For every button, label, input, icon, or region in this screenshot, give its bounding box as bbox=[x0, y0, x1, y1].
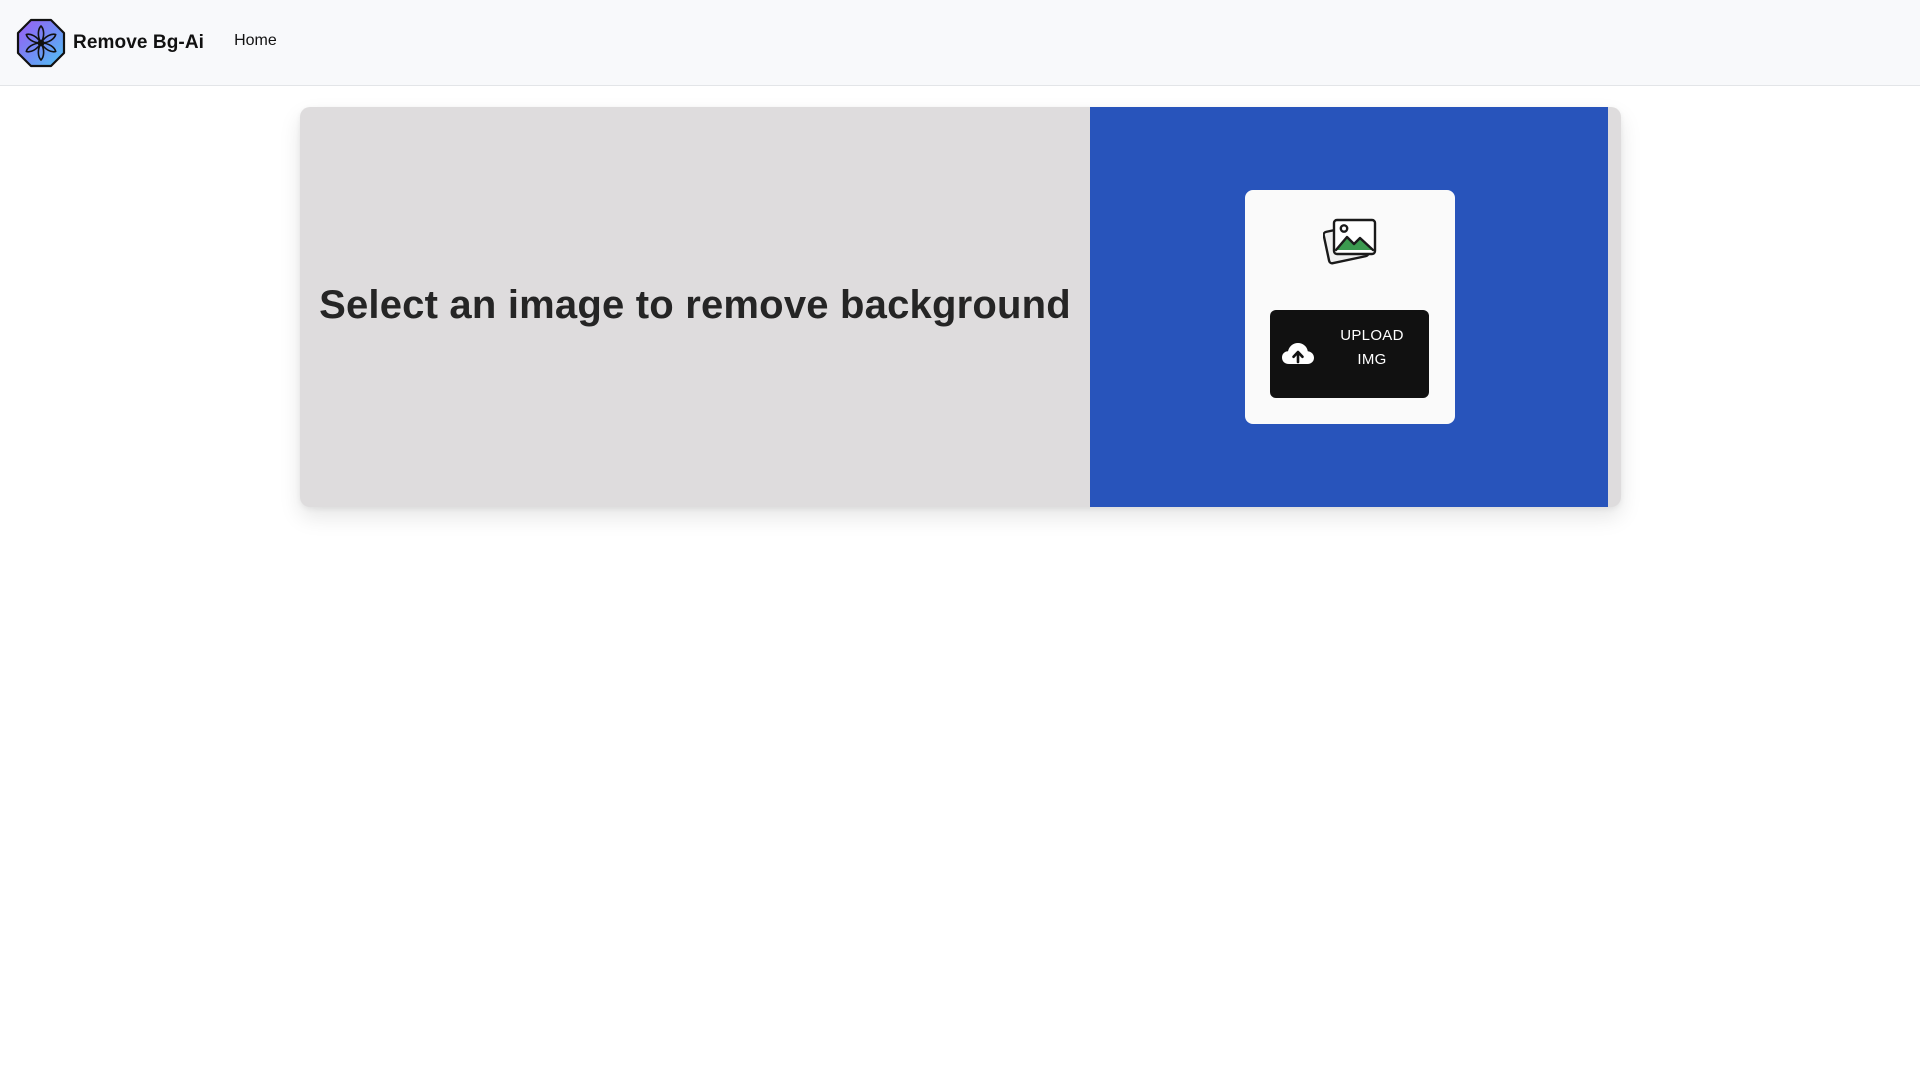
navbar: Remove Bg-Ai Home bbox=[0, 0, 1920, 86]
nav-link-home[interactable]: Home bbox=[234, 32, 277, 50]
hero-panel: Select an image to remove background bbox=[300, 107, 1090, 507]
upload-panel: UPLOAD IMG bbox=[1090, 107, 1608, 507]
upload-box: UPLOAD IMG bbox=[1245, 190, 1455, 424]
upload-button-label: UPLOAD IMG bbox=[1340, 327, 1404, 368]
brand-name: Remove Bg-Ai bbox=[73, 31, 205, 53]
flower-logo-icon bbox=[16, 18, 66, 67]
brand[interactable]: Remove Bg-Ai bbox=[16, 18, 204, 68]
image-gallery-icon bbox=[1323, 218, 1377, 265]
upload-image-button[interactable]: UPLOAD IMG bbox=[1270, 310, 1429, 398]
cloud-upload-icon bbox=[1282, 343, 1314, 364]
page-title: Select an image to remove background bbox=[319, 282, 1071, 327]
upload-card: Select an image to remove background UPL… bbox=[300, 107, 1621, 507]
